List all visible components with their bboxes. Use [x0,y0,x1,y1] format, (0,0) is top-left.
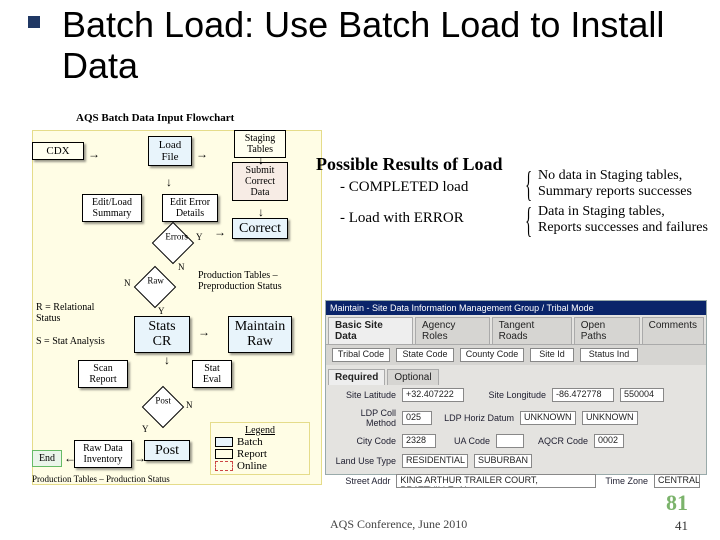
val-suffix[interactable]: 550004 [620,388,664,402]
lbl-datum: LDP Horiz Datum [438,413,514,423]
bullet-marker [28,16,40,28]
col-state: State Code [396,348,454,362]
node-end: End [32,450,62,467]
node-stat-eval: Stat Eval [192,360,232,388]
tab-comments[interactable]: Comments [642,317,704,344]
node-load-file: Load File [148,136,192,166]
main-tabs: Basic Site Data Agency Roles Tangent Roa… [326,315,706,344]
footer-text: AQS Conference, June 2010 [330,517,467,532]
note2-line2: Reports successes and failures [538,220,708,236]
tab-agency-roles[interactable]: Agency Roles [415,317,490,344]
val-site-lon[interactable]: -86.472778 [552,388,614,402]
legend-online: Online [237,460,267,472]
result-error: - Load with ERROR [340,209,468,228]
col-siteid: Site Id [530,348,574,362]
legend-title: Legend [215,425,305,436]
label-y-raw: Y [158,306,165,316]
tab-open-paths[interactable]: Open Paths [574,317,640,344]
note1-line2: Summary reports successes [538,184,692,200]
col-county: County Code [460,348,524,362]
results-heading: Possible Results of Load [316,154,503,175]
subtab-optional[interactable]: Optional [387,369,438,385]
note-r-relational: R = Relational Status [36,302,116,324]
page-title: Batch Load: Use Batch Load to Install Da… [62,4,720,87]
node-cdx: CDX [32,142,84,160]
val-coll-method[interactable]: 025 [402,411,432,425]
lbl-ua: UA Code [442,436,490,446]
label-n-post: N [186,400,193,410]
app-panel: Maintain - Site Data Information Managem… [325,300,707,475]
flowchart-caption: AQS Batch Data Input Flowchart [76,112,234,124]
val-ua[interactable] [496,434,524,448]
val-aqcr[interactable]: 0002 [594,434,624,448]
legend-box: Legend Batch Report Online [210,422,310,475]
node-stats-cr: Stats CR [134,316,190,353]
lbl-site-lon: Site Longitude [470,390,546,400]
val-land[interactable]: RESIDENTIAL [402,454,468,468]
label-y-errors: Y [196,232,203,242]
label-n-raw: N [124,278,131,288]
result-completed: - COMPLETED load [340,178,468,197]
node-edit-error-details: Edit Error Details [162,194,218,222]
panel-title: Maintain - Site Data Information Managem… [326,301,706,315]
lbl-tzone: Time Zone [602,476,648,486]
val-sub[interactable]: SUBURBAN [474,454,532,468]
tab-tangent-roads[interactable]: Tangent Roads [492,317,572,344]
node-correct: Correct [232,218,288,239]
legend-report: Report [237,448,267,460]
page-number-big: 81 [666,490,688,516]
lbl-city: City Code [332,436,396,446]
val-tzone[interactable]: CENTRAL [654,474,700,488]
lbl-land: Land Use Type [332,456,396,466]
label-prod-preprod: Production Tables – Preproduction Status [198,270,308,292]
val-site-lat[interactable]: +32.407222 [402,388,464,402]
subtab-required[interactable]: Required [328,369,385,385]
node-post: Post [144,440,190,461]
node-maintain-raw: Maintain Raw [228,316,292,353]
col-tribal: Tribal Code [332,348,390,362]
brace-2: { [525,206,532,235]
note1-line1: No data in Staging tables, [538,168,692,184]
label-y-post: Y [142,424,149,434]
val-addr[interactable]: KING ARTHUR TRAILER COURT, PRATTVILLE, A… [396,474,596,488]
brace-1: { [525,170,532,199]
page-number-small: 41 [675,518,688,534]
note-s-stat: S = Stat Analysis [36,336,116,347]
node-edit-load-summary: Edit/Load Summary [82,194,142,222]
note2-line1: Data in Staging tables, [538,204,708,220]
node-submit-correct: Submit Correct Data [232,162,288,201]
legend-batch: Batch [237,436,263,448]
lbl-site-lat: Site Latitude [332,390,396,400]
lbl-addr: Street Addr [332,476,390,486]
label-n-errors: N [178,262,185,272]
lbl-aqcr: AQCR Code [530,436,588,446]
lbl-coll-method: LDP Coll Method [332,408,396,428]
col-status: Status Ind [580,348,638,362]
node-raw-data-inventory: Raw Data Inventory [74,440,132,468]
val-datum-desc[interactable]: UNKNOWN [582,411,638,425]
node-scan-report: Scan Report [78,360,128,388]
val-city[interactable]: 2328 [402,434,436,448]
label-prod-status: Production Tables – Production Status [32,474,170,484]
val-datum[interactable]: UNKNOWN [520,411,576,425]
tab-basic-site-data[interactable]: Basic Site Data [328,317,413,344]
